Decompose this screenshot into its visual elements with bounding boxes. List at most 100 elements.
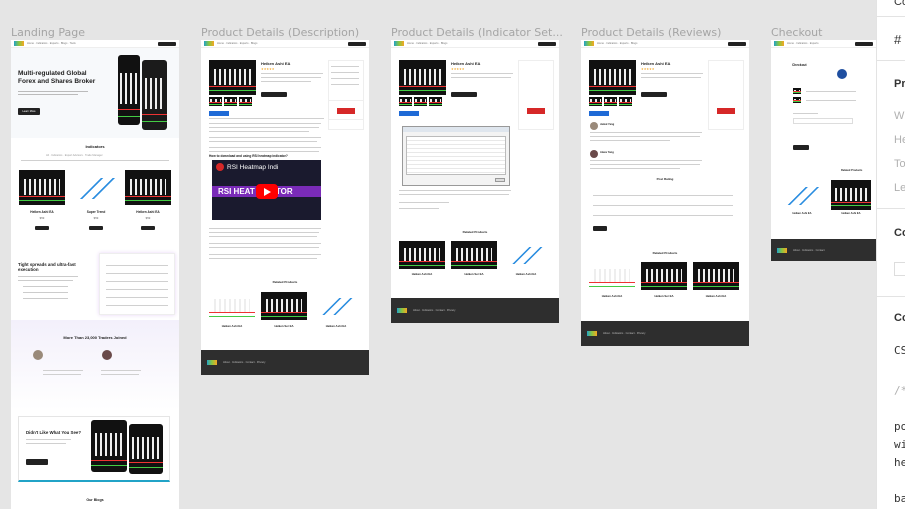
code-line: wi	[894, 438, 905, 451]
section-heading: Co	[894, 227, 905, 239]
banner-ad[interactable]	[717, 108, 735, 114]
frame-icon[interactable]: #	[894, 32, 901, 47]
related-image	[693, 262, 739, 290]
logo	[204, 41, 214, 46]
related-image	[313, 292, 359, 320]
logo	[584, 41, 594, 46]
youtube-video[interactable]: RSI Heatmap Indi RSI HEAT DICATOR	[212, 160, 321, 220]
logo	[774, 41, 784, 46]
css-label: CS	[894, 344, 905, 357]
code-line: ba	[894, 492, 905, 505]
footer: About · Indicators · Contact · Privacy	[581, 321, 749, 346]
thumb[interactable]	[224, 97, 237, 106]
form-heading: Post Rating	[656, 177, 674, 181]
signin-button[interactable]	[348, 41, 366, 46]
related-image	[589, 262, 635, 290]
product-price: $59	[93, 216, 99, 220]
avatar	[33, 350, 43, 360]
code-line: he	[894, 456, 905, 469]
width-field[interactable]: W	[894, 110, 904, 122]
related-name: Heiken Ashi EA	[221, 324, 243, 328]
product-main-image	[209, 60, 256, 95]
phone-image	[118, 55, 140, 125]
related-heading: Related Products	[272, 280, 298, 284]
frame-label-checkout[interactable]: Checkout	[771, 26, 871, 39]
tab-reviews[interactable]	[589, 111, 609, 116]
related-name: Heiken Ashi EA	[515, 272, 537, 276]
tab-indicator-settings[interactable]	[399, 111, 419, 116]
related-heading: Related Products	[652, 251, 678, 255]
signin-button[interactable]	[855, 41, 873, 46]
signin-button[interactable]	[538, 41, 556, 46]
product-price: $59	[145, 216, 151, 220]
related-name: Heiken Ashi EA	[705, 294, 727, 298]
logo	[14, 41, 24, 46]
buy-now-button[interactable]	[451, 92, 477, 97]
frame-label-landing[interactable]: Landing Page	[11, 26, 191, 39]
phone-image-3	[91, 420, 127, 472]
product-image	[73, 170, 119, 205]
frame-label-description[interactable]: Product Details (Description)	[201, 26, 381, 39]
thumb[interactable]	[209, 97, 222, 106]
play-icon[interactable]	[256, 184, 278, 199]
related-heading: Related Products	[841, 169, 863, 172]
reviewer-name: Alexa Yang	[600, 151, 614, 154]
phone-image-4	[129, 424, 163, 474]
banner-ad[interactable]	[337, 108, 355, 114]
height-field[interactable]: He	[894, 134, 905, 146]
place-order-button[interactable]	[793, 145, 809, 150]
buy-button[interactable]	[141, 226, 155, 230]
frame-label-reviews[interactable]: Product Details (Reviews)	[581, 26, 761, 39]
top-field[interactable]: To	[894, 158, 905, 170]
product-title: Heiken Ashi EA	[451, 61, 481, 66]
coupon-input[interactable]	[793, 118, 853, 124]
footer: About · Indicators · Contact · Privacy	[391, 298, 559, 323]
buy-now-button[interactable]	[641, 92, 667, 97]
related-image	[209, 292, 255, 320]
contact-button[interactable]	[26, 459, 48, 465]
frame-indicator[interactable]: Home · Indicators · Experts · Blogs Heik…	[391, 40, 559, 323]
product-title: Heiken Ashi EA	[261, 61, 291, 66]
buy-button[interactable]	[89, 226, 103, 230]
frame-description[interactable]: Home · Indicators · Experts · Blogs Heik…	[201, 40, 369, 375]
signin-button[interactable]	[158, 41, 176, 46]
phone-image-2	[142, 60, 167, 130]
settings-window[interactable]	[402, 126, 510, 186]
buy-button[interactable]	[35, 226, 49, 230]
signin-button[interactable]	[728, 41, 746, 46]
hero-title: Multi-regulated Global Forex and Shares …	[18, 70, 96, 85]
checkout-title: Checkout	[792, 63, 807, 67]
frame-reviews[interactable]: Home · Indicators · Experts · Blogs Heik…	[581, 40, 749, 346]
related-name: Heiken Ashi EA	[411, 272, 433, 276]
tab-description[interactable]	[209, 111, 229, 116]
thumb[interactable]	[239, 97, 252, 106]
submit-review-button[interactable]	[593, 226, 607, 231]
product-main-image	[589, 60, 636, 95]
related-image	[503, 241, 549, 269]
properties-heading: Pr	[894, 78, 905, 90]
footer: About · Indicators · Contact	[771, 239, 876, 261]
related-name: Heiken Ashi EA	[601, 294, 623, 298]
banner-ad[interactable]	[527, 108, 545, 114]
avatar	[837, 69, 847, 79]
video-title: RSI Heatmap Indi	[227, 164, 279, 171]
hero-learn-more-button[interactable]: Learn More	[18, 108, 40, 115]
indicators-heading: Indicators	[85, 144, 105, 149]
related-name: Heiken Ser EA	[654, 294, 674, 298]
landing-header: Home · Indicators · Experts · Blogs · To…	[11, 40, 179, 48]
product-name: Super Trend	[86, 210, 106, 214]
related-name: Heiken Ser EA	[274, 324, 294, 328]
avatar	[102, 350, 112, 360]
frame-label-indicator[interactable]: Product Details (Indicator Set...	[391, 26, 571, 39]
blogs-heading: Our Blogs	[86, 498, 104, 502]
related-image	[779, 180, 825, 210]
product-image	[19, 170, 65, 205]
product-main-image	[399, 60, 446, 95]
color-swatch[interactable]	[894, 262, 905, 276]
related-image	[261, 292, 307, 320]
frame-checkout[interactable]: Home · Indicators · Experts Checkout Rel…	[771, 40, 876, 261]
left-field[interactable]: Le	[894, 182, 905, 194]
related-name: Heiken Ashi EA	[792, 212, 812, 215]
buy-now-button[interactable]	[261, 92, 287, 97]
frame-landing[interactable]: Home · Indicators · Experts · Blogs · To…	[11, 40, 179, 509]
